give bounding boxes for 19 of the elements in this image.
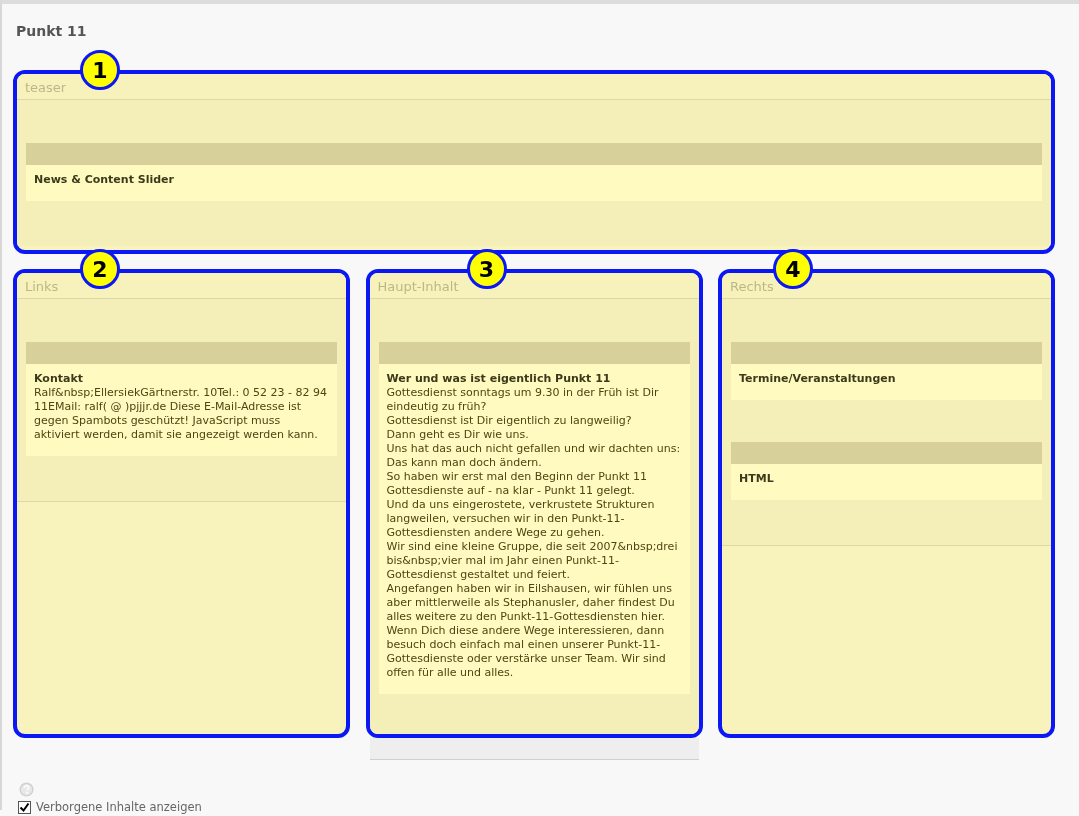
element-text: Uns hat das auch nicht gefallen und wir dachten uns: Das kann man doch ändern.	[386, 442, 682, 470]
element-text: Ralf&nbsp;EllersiekGärtnerstr. 10Tel.: 0 52 23 - 82 94 11EMail: ralf( @ )pjjjr.de Diese E-Mail-Adresse ist gegen Spambots geschützt! JavaScript muss aktiviert werden, damit sie angezeigt werden kann.	[34, 386, 329, 442]
element-title: Kontakt	[34, 372, 84, 386]
element-text: So haben wir erst mal den Beginn der Punkt 11 Gottesdienste auf - na klar - Punkt 11 gelegt.	[386, 470, 648, 498]
checkbox[interactable]	[18, 800, 31, 814]
element-text: Gottesdienst ist Dir eigentlich zu langweilig?	[386, 414, 633, 428]
page-title: Punkt 11	[16, 23, 88, 39]
check-icon	[19, 801, 30, 813]
element-text: Wenn Dich diese andere Wege interessieren, dann besuch doch einfach mal einen unserer Punkt-11-Gottesdienste oder verstärke unser Team. Wir sind offen für alle und alles.	[386, 624, 667, 680]
element-title: News & Content Slider	[34, 173, 175, 187]
element-text: Angefangen haben wir in Eilshausen, wir fühlen uns aber mittlerweile als Stephanusler, daher findest Du alles weitere zu den Punkt-11-Gottesdiensten hier.	[386, 582, 676, 624]
element-text: Dann geht es Dir wie uns.	[386, 428, 530, 442]
element-title: Wer und was ist eigentlich Punkt 11	[386, 372, 612, 386]
element-text: Gottesdienst sonntags um 9.30 in der Früh ist Dir eindeutig zu früh?	[386, 386, 660, 414]
checkbox-label[interactable]: Verborgene Inhalte anzeigen	[36, 800, 202, 814]
element-text: Und da uns eingerostete, verkrustete Strukturen langweilen, versuchen wir in den Punkt-11-Gottesdiensten andere Wege zu gehen.	[386, 498, 656, 540]
element-title: Termine/Veranstaltungen	[739, 372, 897, 386]
element-title: HTML	[739, 472, 775, 486]
element-text: Wir sind eine kleine Gruppe, die seit 2007&nbsp;drei bis&nbsp;vier mal im Jahr einen Punkt-11-Gottesdienst gestaltet und feiert.	[386, 540, 679, 582]
